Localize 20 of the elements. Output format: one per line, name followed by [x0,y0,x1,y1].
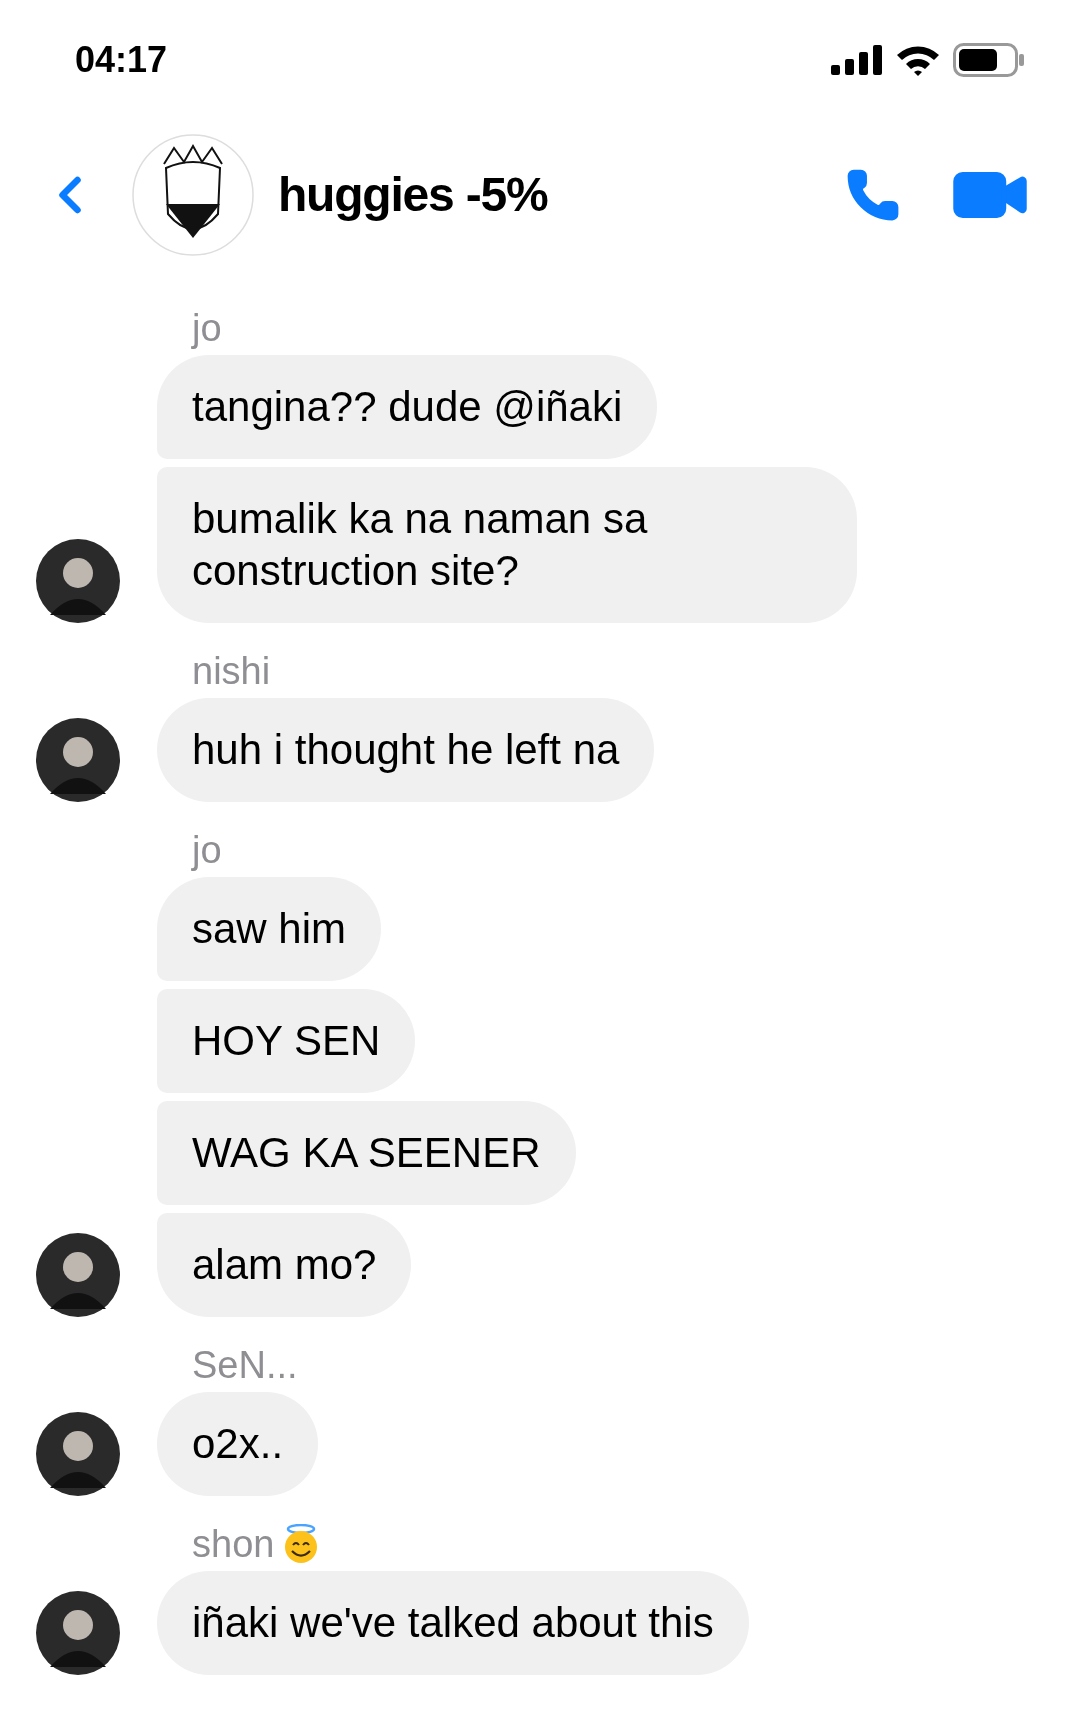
sender-name: jo [192,306,222,351]
group-avatar[interactable] [132,134,254,256]
message-bubble: bumalik ka na naman sa construction site? [157,467,857,623]
message-bubble: huh i thought he left na [157,698,655,802]
message-bubble: tangina?? dude @iñaki [157,355,658,459]
signal-icon [831,45,883,75]
message-bubble: WAG KA SEENER [157,1101,576,1205]
sender-name: jo [192,828,222,873]
sender-name: SeN... [192,1343,298,1388]
battery-icon [953,43,1025,77]
status-time: 04:17 [75,38,168,82]
sender-name: nishi [192,649,271,694]
message-bubble: o2x.. [157,1392,319,1496]
sender-name: shon [192,1522,275,1567]
message-bubble: HOY SEN [157,989,416,1093]
message-bubble: alam mo? [157,1213,412,1317]
message-bubble: iñaki we've talked about this [157,1571,749,1675]
wifi-icon [895,43,941,77]
message-bubble: saw him [157,877,382,981]
chat-title: huggies -5% [278,167,548,223]
